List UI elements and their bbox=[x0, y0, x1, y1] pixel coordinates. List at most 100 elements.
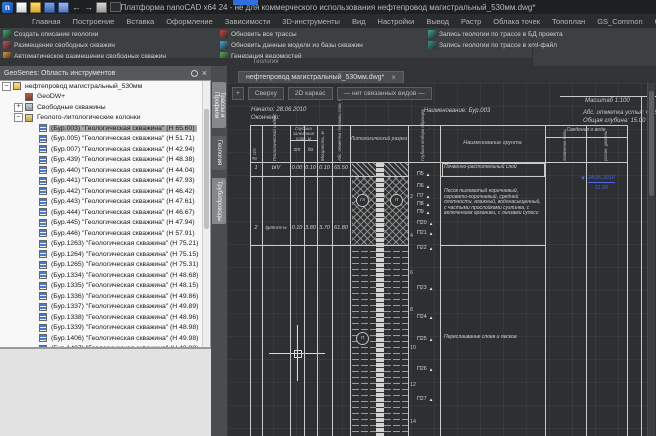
ribbon-tab-gs-trace[interactable]: GS_Trace bbox=[649, 14, 656, 28]
tree-borehole-item[interactable]: (Бур.1336) "Геологическая скважина" (Н 4… bbox=[0, 291, 210, 302]
tree-borehole-item[interactable]: (Бур.1338) "Геологическая скважина" (Н 4… bbox=[0, 312, 210, 323]
tree-borehole-item[interactable]: (Бур.1406) "Геологическая скважина" (Н 4… bbox=[0, 333, 210, 344]
pin-icon[interactable] bbox=[191, 70, 198, 77]
ribbon-tab-топоплан[interactable]: Топоплан bbox=[546, 14, 591, 28]
table-vline bbox=[350, 125, 351, 436]
tree-item-label: Свободные скважины bbox=[35, 104, 108, 111]
depth-tick-14: 14 bbox=[410, 419, 416, 425]
tree-item-label: Геолого-литологические колонки bbox=[35, 114, 143, 121]
tree-borehole-item[interactable]: (Бур.007) "Геологическая скважина" (Н 42… bbox=[0, 144, 210, 155]
ribbon-button-refresh-all-traces[interactable]: Обновить все трассы bbox=[220, 29, 426, 39]
tree-borehole-item[interactable]: (Бур.1407) "Геологическая скважина" (Н 4… bbox=[0, 344, 210, 349]
tree-borehole-item[interactable]: (Бур.1264) "Геологическая скважина" (Н 7… bbox=[0, 249, 210, 260]
ribbon-tab-главная[interactable]: Главная bbox=[26, 14, 67, 28]
table-vline bbox=[627, 125, 628, 436]
tree-node-2[interactable]: – Геолого-литологические колонки bbox=[0, 113, 210, 124]
canvas-scrollbar[interactable] bbox=[647, 83, 655, 436]
tree-borehole-item[interactable]: (Бур.443) "Геологическая скважина" (Н 47… bbox=[0, 197, 210, 208]
ribbon-tab-3d-инструменты[interactable]: 3D-инструменты bbox=[276, 14, 346, 28]
table-hline bbox=[560, 96, 656, 97]
sample-triangle-icon: ▲ bbox=[429, 231, 434, 236]
borehole-icon bbox=[39, 124, 47, 132]
viewport-control-0[interactable]: + bbox=[232, 87, 244, 100]
ribbon-tab-вставка[interactable]: Вставка bbox=[120, 14, 160, 28]
tree-borehole-item[interactable]: (Бур.1335) "Геологическая скважина" (Н 4… bbox=[0, 281, 210, 292]
tree-item-label: нефтепровод магистральный_530мм bbox=[23, 83, 144, 90]
side-tab-трассы-и-профили[interactable]: Трассы и Профили bbox=[212, 82, 226, 128]
drawing-canvas[interactable]: +Сверху2D каркас— нет связанных видов — … bbox=[227, 83, 656, 436]
document-tab-close-icon[interactable]: × bbox=[391, 74, 396, 81]
document-tab-label: нефтепровод магистральный_530мм.dwg* bbox=[246, 74, 384, 81]
create-geology-description-icon bbox=[3, 30, 11, 38]
tree-borehole-item[interactable]: (Бур.1265) "Геологическая скважина" (Н 7… bbox=[0, 260, 210, 271]
borehole-icon bbox=[39, 135, 47, 143]
borehole-icon bbox=[39, 177, 47, 185]
tree-borehole-item[interactable]: (Бур.1334) "Геологическая скважина" (Н 4… bbox=[0, 270, 210, 281]
col-header-num: № п/п bbox=[252, 127, 257, 161]
side-tab-геология[interactable]: Геология bbox=[212, 136, 226, 170]
document-tab[interactable]: нефтепровод магистральный_530мм.dwg* × bbox=[238, 71, 404, 83]
ribbon-tab-gs-common[interactable]: GS_Common bbox=[591, 14, 648, 28]
tree-node-0[interactable]: GeoDW+ bbox=[0, 92, 210, 103]
background-window-sliver bbox=[233, 0, 258, 5]
litho-hatch-topsoil-left bbox=[352, 162, 376, 176]
sample-triangle-icon: ▲ bbox=[426, 202, 431, 207]
ribbon-tab-построение[interactable]: Построение bbox=[67, 14, 121, 28]
close-icon[interactable]: × bbox=[202, 69, 207, 78]
borehole-icon bbox=[39, 156, 47, 164]
side-tab-трубопроводы[interactable]: Трубопроводы bbox=[212, 178, 226, 224]
table-vline bbox=[332, 125, 333, 436]
borehole-icon bbox=[39, 261, 47, 269]
sample-mark-П23: П23▲ bbox=[417, 285, 433, 291]
ribbon-tab-вывод[interactable]: Вывод bbox=[420, 14, 455, 28]
viewport-control-2[interactable]: 2D каркас bbox=[288, 87, 333, 100]
tree-item-label: (Бур.1335) "Геологическая скважина" (Н 4… bbox=[49, 282, 200, 289]
tree-node-1[interactable]: + Свободные скважины bbox=[0, 102, 210, 113]
tree-borehole-item[interactable]: (Бур.1339) "Геологическая скважина" (Н 4… bbox=[0, 323, 210, 334]
viewport-control-1[interactable]: Сверху bbox=[248, 87, 284, 100]
ribbon-button-place-free-wells[interactable]: Размещение свободных скважин bbox=[3, 40, 215, 50]
tree-borehole-item[interactable]: (Бур.003) "Геологическая скважина" (Н 65… bbox=[0, 123, 210, 134]
borehole-icon bbox=[39, 334, 47, 342]
ribbon-tab-настройки[interactable]: Настройки bbox=[372, 14, 421, 28]
tree-root-project[interactable]: – нефтепровод магистральный_530мм bbox=[0, 81, 210, 92]
tree-borehole-item[interactable]: (Бур.445) "Геологическая скважина" (Н 47… bbox=[0, 218, 210, 229]
ribbon-button-write-geology-to-xml[interactable]: Запись геологии по трассе в xml-файл bbox=[428, 40, 532, 50]
tree-item-label: (Бур.1339) "Геологическая скважина" (Н 4… bbox=[49, 324, 200, 331]
window-title: Платформа nanoCAD x64 24 - не для коммер… bbox=[0, 3, 656, 12]
tree-borehole-item[interactable]: (Бур.441) "Геологическая скважина" (Н 47… bbox=[0, 176, 210, 187]
ribbon-tab-облака-точек[interactable]: Облака точек bbox=[487, 14, 546, 28]
canvas-scrollbar-thumb[interactable] bbox=[649, 91, 654, 196]
ribbon-button-update-model-from-wells-db[interactable]: Обновить данные модели из базы скважин bbox=[220, 40, 426, 50]
col-header-geo-index: Геологический индекс bbox=[272, 126, 277, 161]
tree-borehole-item[interactable]: (Бур.442) "Геологическая скважина" (Н 46… bbox=[0, 186, 210, 197]
table-vline bbox=[262, 125, 263, 436]
tree-borehole-item[interactable]: (Бур.1337) "Геологическая скважина" (Н 4… bbox=[0, 302, 210, 313]
row1-to: 0.10 bbox=[304, 165, 317, 171]
refresh-all-traces-icon bbox=[220, 30, 228, 38]
ribbon-tab-зависимости[interactable]: Зависимости bbox=[219, 14, 277, 28]
tree-borehole-item[interactable]: (Бур.439) "Геологическая скважина" (Н 48… bbox=[0, 155, 210, 166]
ribbon-tab-оформление[interactable]: Оформление bbox=[160, 14, 219, 28]
ribbon-tab-вид[interactable]: Вид bbox=[346, 14, 372, 28]
tree-scrollbar[interactable] bbox=[202, 81, 210, 347]
tree-borehole-item[interactable]: (Бур.446) "Геологическая скважина" (Н 57… bbox=[0, 228, 210, 239]
tree-borehole-item[interactable]: (Бур.444) "Геологическая скважина" (Н 46… bbox=[0, 207, 210, 218]
main-area: GeoSeries: Область инструментов × –нефте… bbox=[0, 66, 656, 436]
expand-icon[interactable]: + bbox=[14, 103, 23, 112]
viewport-control-3[interactable]: — нет связанных видов — bbox=[337, 87, 432, 100]
tree-borehole-item[interactable]: (Бур.440) "Геологическая скважина" (Н 44… bbox=[0, 165, 210, 176]
project-folder-icon bbox=[13, 82, 21, 90]
ribbon-button-create-geology-description[interactable]: Создать описание геологии bbox=[3, 29, 215, 39]
ribbon-tab-растр[interactable]: Растр bbox=[455, 14, 487, 28]
sample-triangle-icon: ▲ bbox=[426, 210, 431, 215]
tree-borehole-item[interactable]: (Бур.1263) "Геологическая скважина" (Н 7… bbox=[0, 239, 210, 250]
table-hline bbox=[250, 176, 408, 177]
ribbon-button-write-geology-to-project-db[interactable]: Запись геологии по трассе в БД проекта bbox=[428, 29, 532, 39]
sample-triangle-icon: ▲ bbox=[429, 286, 434, 291]
collapse-icon[interactable]: – bbox=[2, 82, 11, 91]
free-wells-icon bbox=[25, 103, 33, 111]
tree-scrollbar-thumb[interactable] bbox=[204, 109, 209, 229]
tree-borehole-item[interactable]: (Бур.005) "Геологическая скважина" (Н 51… bbox=[0, 134, 210, 145]
collapse-icon[interactable]: – bbox=[14, 113, 23, 122]
